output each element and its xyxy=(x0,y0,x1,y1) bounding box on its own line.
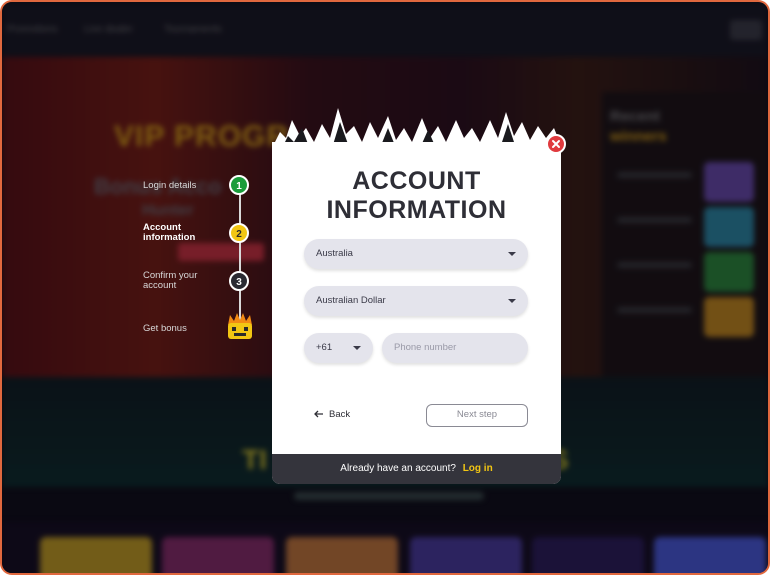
currency-select[interactable]: Australian Dollar xyxy=(304,286,528,316)
flames-decoration-icon xyxy=(272,108,562,148)
monster-bonus-icon xyxy=(228,313,252,339)
modal-title: ACCOUNT INFORMATION xyxy=(272,167,561,225)
step-label-account-information: Account information xyxy=(143,222,196,243)
step-3-indicator: 3 xyxy=(229,271,249,291)
country-select-value: Australia xyxy=(316,248,353,259)
back-button-label: Back xyxy=(329,409,351,420)
step-1-indicator: 1 xyxy=(229,175,249,195)
arrow-left-icon xyxy=(314,411,323,418)
step-label-confirm-account: Confirm your account xyxy=(143,270,198,291)
step-2-indicator: 2 xyxy=(229,223,249,243)
currency-select-value: Australian Dollar xyxy=(316,295,386,306)
chevron-down-icon xyxy=(508,252,516,256)
next-step-button[interactable]: Next step xyxy=(426,404,528,427)
phone-number-input[interactable]: Phone number xyxy=(382,333,528,363)
login-link[interactable]: Log in xyxy=(463,463,493,474)
modal-title-line2: INFORMATION xyxy=(326,196,507,224)
close-modal-button[interactable] xyxy=(546,134,566,154)
modal-title-line1: ACCOUNT xyxy=(352,167,481,195)
app-frame: Promotions Live dealer Tournaments VIP P… xyxy=(0,0,770,575)
country-select[interactable]: Australia xyxy=(304,239,528,269)
modal-footer: Already have an account? Log in xyxy=(272,454,561,484)
step-label-login-details: Login details xyxy=(143,180,197,191)
back-button[interactable]: Back xyxy=(314,409,350,420)
phone-code-value: +61 xyxy=(316,342,333,353)
steps-connector xyxy=(239,185,241,325)
already-have-account-text: Already have an account? xyxy=(340,463,456,474)
step-label-get-bonus: Get bonus xyxy=(143,323,187,334)
phone-code-select[interactable]: +61 xyxy=(304,333,373,363)
close-icon xyxy=(552,140,560,148)
chevron-down-icon xyxy=(353,346,361,350)
chevron-down-icon xyxy=(508,299,516,303)
